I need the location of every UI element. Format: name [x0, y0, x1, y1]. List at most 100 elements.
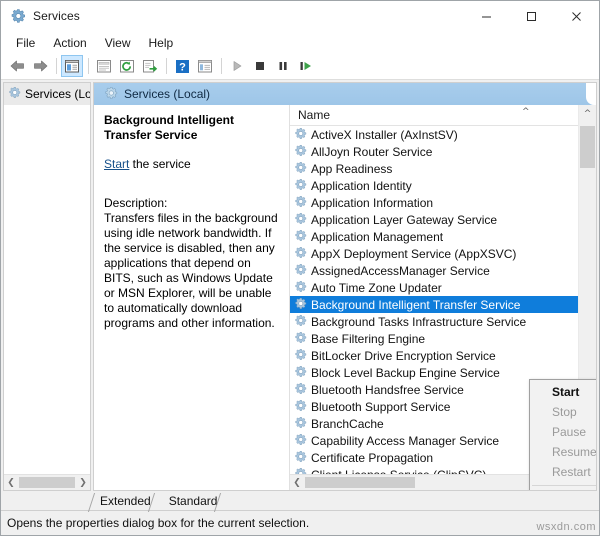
services-gear-icon	[10, 8, 26, 24]
service-gear-icon	[294, 348, 307, 364]
table-row[interactable]: Application Management	[290, 228, 578, 245]
table-row[interactable]: ActiveX Installer (AxInstSV)	[290, 126, 578, 143]
service-gear-icon	[294, 195, 307, 211]
service-gear-icon	[294, 467, 307, 474]
scroll-left-icon[interactable]: ❮	[4, 478, 18, 488]
description-label: Description:	[104, 196, 168, 210]
service-gear-icon	[294, 331, 307, 347]
menu-item-label: Restart	[552, 465, 591, 479]
refresh-icon[interactable]	[116, 55, 138, 77]
menu-view[interactable]: View	[96, 34, 140, 52]
service-name-label: Application Identity	[311, 178, 412, 193]
close-icon[interactable]	[554, 1, 599, 31]
table-row[interactable]: Auto Time Zone Updater	[290, 279, 578, 296]
help-icon[interactable]: ?	[171, 55, 193, 77]
menu-item-start[interactable]: Start	[530, 382, 596, 402]
menu-item-label: Resume	[552, 445, 597, 459]
service-name-label: Auto Time Zone Updater	[311, 280, 442, 295]
service-name-label: AllJoyn Router Service	[311, 144, 433, 159]
start-service-link[interactable]: Start	[104, 157, 129, 171]
export-list-icon[interactable]	[93, 55, 115, 77]
service-name-label: App Readiness	[311, 161, 393, 176]
table-row[interactable]: Background Tasks Infrastructure Service	[290, 313, 578, 330]
menu-action[interactable]: Action	[44, 34, 95, 52]
maximize-icon[interactable]	[509, 1, 554, 31]
menu-help[interactable]: Help	[140, 34, 183, 52]
scroll-right-icon[interactable]: ❯	[76, 478, 90, 488]
start-service-icon[interactable]	[226, 55, 248, 77]
export-icon[interactable]	[139, 55, 161, 77]
table-row[interactable]: Background Intelligent Transfer Service	[290, 296, 578, 313]
show-hide-console-tree-icon[interactable]	[61, 55, 83, 77]
service-gear-icon	[294, 229, 307, 245]
context-menu: StartStopPauseResumeRestartAll Tasks›Ref…	[529, 379, 597, 490]
service-gear-icon	[294, 144, 307, 160]
menu-item-all-tasks[interactable]: All Tasks›	[530, 489, 596, 490]
table-row[interactable]: Application Identity	[290, 177, 578, 194]
service-gear-icon	[294, 416, 307, 432]
column-header-name[interactable]: Name	[290, 108, 578, 122]
toolbar-separator-2	[88, 58, 89, 74]
service-name-label: Base Filtering Engine	[311, 331, 426, 346]
menu-item-label: Start	[552, 385, 580, 399]
service-name-label: ActiveX Installer (AxInstSV)	[311, 127, 458, 142]
table-row[interactable]: AllJoyn Router Service	[290, 143, 578, 160]
minimize-icon[interactable]	[464, 1, 509, 31]
forward-arrow-icon[interactable]	[29, 55, 51, 77]
table-row[interactable]: BitLocker Drive Encryption Service	[290, 347, 578, 364]
tree-item-services-local[interactable]: Services (Loca	[4, 83, 90, 105]
service-name-label: Application Information	[311, 195, 434, 210]
toolbar-separator-3	[166, 58, 167, 74]
window-title: Services	[33, 9, 80, 23]
scroll-thumb[interactable]	[19, 477, 75, 488]
service-gear-icon	[294, 297, 307, 313]
service-gear-icon	[294, 263, 307, 279]
tree-horizontal-scrollbar[interactable]: ❮ ❯	[4, 474, 90, 490]
pause-service-icon[interactable]	[272, 55, 294, 77]
service-name-label: Background Intelligent Transfer Service	[311, 297, 521, 312]
service-gear-icon	[294, 433, 307, 449]
stop-service-icon[interactable]	[249, 55, 271, 77]
toolbar: ?	[1, 53, 599, 80]
tab-standard[interactable]: Standard	[159, 493, 230, 512]
table-row[interactable]: AppX Deployment Service (AppXSVC)	[290, 245, 578, 262]
services-window: Services File Action View Help ? Service…	[0, 0, 600, 536]
main-content: Services (Loca ❮ ❯	[1, 80, 599, 491]
tab-extended-label: Extended	[100, 494, 151, 508]
service-name-label: Application Management	[311, 229, 444, 244]
table-row[interactable]: Base Filtering Engine	[290, 330, 578, 347]
table-row[interactable]: Application Layer Gateway Service	[290, 211, 578, 228]
menu-separator	[532, 485, 596, 486]
service-gear-icon	[294, 246, 307, 262]
toolbar-separator-4	[221, 58, 222, 74]
scroll-thumb[interactable]	[580, 126, 595, 168]
table-row[interactable]: Application Information	[290, 194, 578, 211]
restart-service-icon[interactable]	[295, 55, 317, 77]
scroll-up-icon[interactable]: ^	[579, 105, 596, 122]
list-column-header[interactable]: Name ^	[290, 105, 578, 126]
scroll-left-icon[interactable]: ❮	[290, 478, 304, 488]
scroll-thumb[interactable]	[305, 477, 415, 488]
service-name-label: Background Tasks Infrastructure Service	[311, 314, 527, 329]
sort-ascending-icon: ^	[522, 107, 530, 117]
service-name-label: BranchCache	[311, 416, 384, 431]
table-row[interactable]: App Readiness	[290, 160, 578, 177]
tab-extended[interactable]: Extended	[87, 493, 163, 512]
service-name-label: Bluetooth Handsfree Service	[311, 382, 464, 397]
service-name-label: Bluetooth Support Service	[311, 399, 451, 414]
table-row[interactable]: AssignedAccessManager Service	[290, 262, 578, 279]
menu-file[interactable]: File	[7, 34, 44, 52]
pane-header: Services (Local)	[94, 83, 596, 105]
console-tree-pane: Services (Loca ❮ ❯	[3, 82, 91, 491]
menu-item-resume: Resume	[530, 442, 597, 462]
service-name-label: BitLocker Drive Encryption Service	[311, 348, 496, 363]
service-name-label: Client License Service (ClipSVC)	[311, 468, 486, 475]
service-action-suffix: the service	[129, 157, 191, 171]
service-gear-icon	[294, 161, 307, 177]
properties-icon[interactable]	[194, 55, 216, 77]
menu-item-label: Stop	[552, 405, 577, 419]
menu-bar: File Action View Help	[1, 32, 599, 53]
back-arrow-icon[interactable]	[6, 55, 28, 77]
tree-empty-area	[4, 105, 90, 474]
tab-standard-label: Standard	[168, 494, 218, 508]
